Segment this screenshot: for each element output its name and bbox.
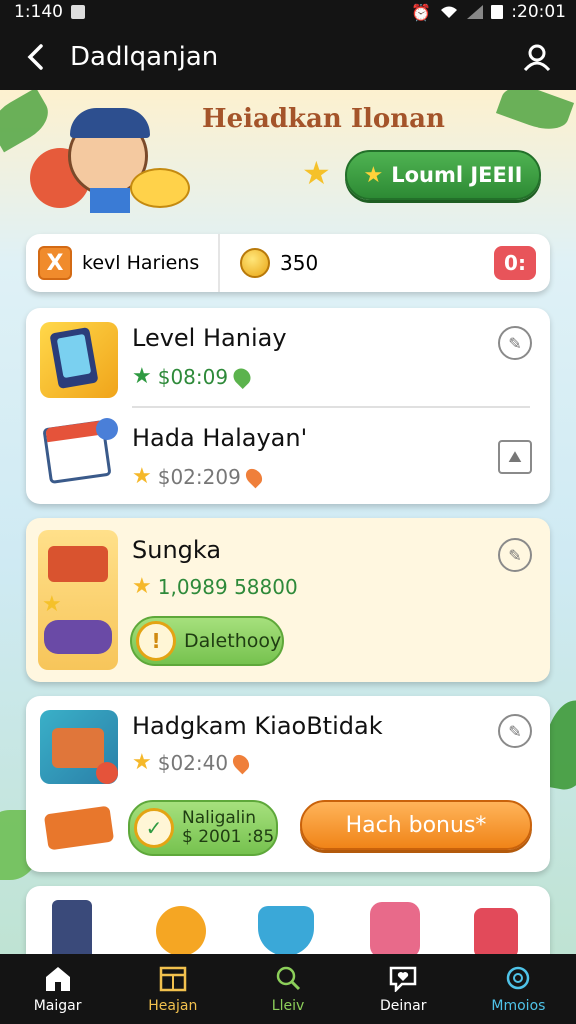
tablet-thumbnail bbox=[40, 322, 118, 398]
item-list-card: Level Haniay ★ $08:09 ✎ Hada Halayan' ★ … bbox=[26, 308, 550, 504]
search-icon bbox=[276, 966, 301, 991]
item-price: ★ $02:209 bbox=[132, 464, 266, 489]
star-icon: ★ bbox=[363, 162, 384, 188]
main-content: Heiadkan Ilonan ★ ★ Louml JEEII X kevl H… bbox=[0, 90, 576, 954]
image-icon: ⛰ bbox=[508, 447, 522, 466]
level-label: kevl Hariens bbox=[82, 252, 200, 274]
image-button[interactable]: ⛰ bbox=[498, 440, 532, 474]
item-title: Hada Halayan' bbox=[132, 424, 308, 452]
back-arrow-icon bbox=[27, 44, 43, 70]
mascot-illustration bbox=[30, 108, 200, 213]
edit-button[interactable]: ✎ bbox=[498, 538, 532, 572]
level-stat[interactable]: X kevl Hariens bbox=[26, 234, 220, 292]
leaf-icon bbox=[230, 364, 255, 389]
status-clock: :20:01 bbox=[511, 2, 566, 22]
chest-thumbnail bbox=[40, 710, 118, 784]
calendar-icon bbox=[159, 966, 187, 992]
item-price-value: 1,0989 58800 bbox=[157, 574, 298, 599]
claim-label-line2: $ 2001 :85 bbox=[182, 827, 275, 847]
nav-label: Maigar bbox=[33, 998, 82, 1014]
nav-item-more[interactable]: Mmoios bbox=[461, 954, 576, 1024]
item-title: Level Haniay bbox=[132, 324, 287, 352]
pin-icon bbox=[229, 751, 253, 774]
nav-label: Heajan bbox=[148, 998, 198, 1014]
notification-icon bbox=[71, 5, 85, 19]
item-price: ★ $08:09 bbox=[132, 364, 255, 389]
calendar-thumbnail bbox=[42, 418, 118, 490]
divider bbox=[132, 406, 530, 408]
page-title: Dadlqanjan bbox=[70, 42, 219, 72]
heart-chat-icon bbox=[389, 966, 417, 992]
pencil-icon: ✎ bbox=[508, 545, 522, 565]
wifi-icon bbox=[441, 6, 458, 18]
food-thumbnail bbox=[156, 906, 206, 954]
ticket-thumbnail bbox=[42, 800, 118, 852]
user-icon bbox=[523, 44, 551, 72]
bonus-button[interactable]: Hach bonus* bbox=[300, 800, 532, 850]
edit-button[interactable]: ✎ bbox=[498, 714, 532, 748]
pencil-icon: ✎ bbox=[508, 721, 522, 741]
item-price: ★ $02:40 bbox=[132, 750, 253, 775]
check-icon: ✓ bbox=[134, 808, 174, 848]
nav-item-calendar[interactable]: Heajan bbox=[115, 954, 230, 1024]
claim-label-line1: Naligalin bbox=[182, 808, 257, 829]
refresh-globe-icon bbox=[507, 966, 530, 990]
game-kit-thumbnail: ★ bbox=[38, 530, 118, 670]
cup-thumbnail bbox=[474, 908, 518, 954]
star-icon: ★ bbox=[132, 364, 152, 389]
nav-item-search[interactable]: Lleiv bbox=[230, 954, 345, 1024]
close-x-icon: X bbox=[38, 246, 72, 280]
nav-item-messages[interactable]: Deinar bbox=[346, 954, 461, 1024]
nav-label: Lleiv bbox=[271, 998, 305, 1014]
bowl-thumbnail bbox=[258, 906, 314, 954]
app-bar: Dadlqanjan bbox=[0, 24, 576, 90]
star-icon: ★ bbox=[132, 750, 152, 775]
item-price-value: $02:209 bbox=[157, 464, 241, 489]
star-icon: ★ bbox=[302, 154, 331, 192]
claim-label: Naligalin $ 2001 :85 bbox=[182, 809, 274, 846]
nav-label: Mmoios bbox=[491, 998, 546, 1014]
alarm-icon: ⏰ bbox=[411, 2, 432, 22]
bottom-nav: Maigar Heajan Lleiv Deinar Mmoios bbox=[0, 954, 576, 1024]
claim-button[interactable]: ✓ Naligalin $ 2001 :85 bbox=[128, 800, 278, 856]
item-price: ★ 1,0989 58800 bbox=[132, 574, 298, 599]
bonus-card: Hadgkam KiaoBtidak ★ $02:40 ✎ ✓ Naligali… bbox=[26, 696, 550, 872]
coin-balance: 350 bbox=[220, 248, 494, 278]
shop-preview-card bbox=[26, 886, 550, 954]
hero-banner: Heiadkan Ilonan ★ ★ Louml JEEII bbox=[0, 90, 576, 215]
item-title: Sungka bbox=[132, 536, 222, 564]
battery-icon bbox=[491, 5, 504, 19]
sungka-card: ★ Sungka ★ 1,0989 58800 ✎ ! Dalethooy bbox=[26, 518, 550, 682]
pin-icon bbox=[242, 465, 266, 488]
profile-button[interactable] bbox=[498, 24, 576, 90]
item-price-value: $08:09 bbox=[157, 364, 229, 389]
daily-button-label: Dalethooy bbox=[184, 630, 282, 652]
daily-button[interactable]: ! Dalethooy bbox=[130, 616, 284, 666]
coin-icon bbox=[240, 248, 270, 278]
star-icon: ★ bbox=[132, 574, 152, 599]
back-button[interactable] bbox=[0, 24, 70, 90]
edit-button[interactable]: ✎ bbox=[498, 326, 532, 360]
hero-title: Heiadkan Ilonan bbox=[202, 104, 445, 134]
status-bar: 1:140 ⏰ :20:01 bbox=[0, 0, 576, 24]
hero-cta-button[interactable]: ★ Louml JEEII bbox=[345, 150, 541, 200]
coin-count: 350 bbox=[280, 251, 319, 275]
star-icon: ★ bbox=[132, 464, 152, 489]
phone-thumbnail bbox=[52, 900, 92, 954]
nav-item-home[interactable]: Maigar bbox=[0, 954, 115, 1024]
nav-label: Deinar bbox=[379, 998, 427, 1014]
home-icon bbox=[45, 967, 70, 991]
stats-card: X kevl Hariens 350 0: bbox=[26, 234, 550, 292]
pencil-icon: ✎ bbox=[508, 333, 522, 353]
status-time: 1:140 bbox=[14, 2, 63, 22]
timer-badge[interactable]: 0: bbox=[494, 246, 536, 280]
item-price-value: $02:40 bbox=[157, 750, 229, 775]
item-title: Hadgkam KiaoBtidak bbox=[132, 712, 383, 740]
hero-cta-label: Louml JEEII bbox=[391, 163, 523, 187]
cake-thumbnail bbox=[370, 902, 420, 954]
signal-icon bbox=[467, 5, 484, 19]
bonus-button-label: Hach bonus* bbox=[345, 812, 487, 838]
clock-icon: ! bbox=[136, 621, 176, 661]
